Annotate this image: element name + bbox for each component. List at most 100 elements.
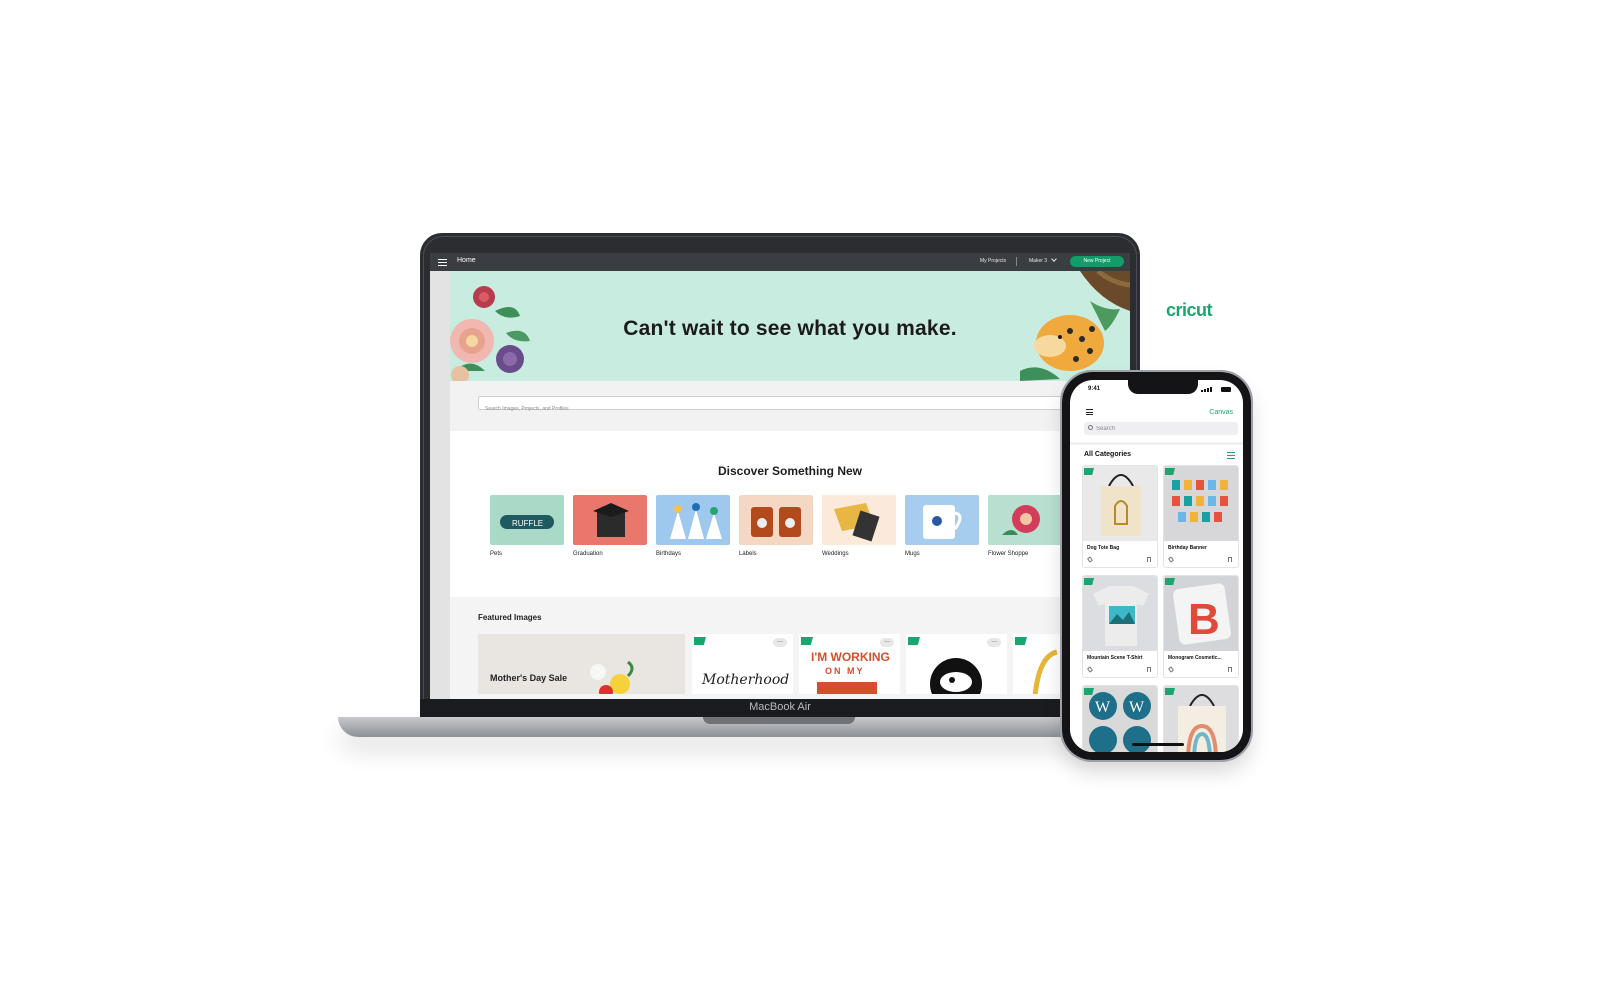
filter-icon[interactable] bbox=[1227, 452, 1235, 459]
category-label: Weddings bbox=[822, 551, 849, 557]
t-shirt-image bbox=[1093, 586, 1149, 646]
category-label: Labels bbox=[739, 551, 757, 557]
category-birthdays[interactable]: Birthdays bbox=[656, 495, 730, 557]
project-image bbox=[1083, 576, 1157, 651]
wedding-card-image bbox=[834, 503, 880, 542]
chevron-down-icon[interactable] bbox=[1051, 256, 1057, 262]
phone-screen: 9:41 Canvas All Categories bbox=[1070, 380, 1243, 752]
search-icon bbox=[1088, 425, 1093, 430]
project-card[interactable]: Mountain Scene T-Shirt bbox=[1082, 575, 1158, 678]
category-thumbnail[interactable] bbox=[822, 495, 896, 545]
topbar-divider bbox=[1016, 257, 1017, 266]
category-graduation[interactable]: Graduation bbox=[573, 495, 647, 557]
status-time: 9:41 bbox=[1088, 386, 1101, 392]
home-indicator[interactable] bbox=[1132, 743, 1184, 746]
hamburger-menu-icon[interactable] bbox=[438, 259, 447, 266]
mothers-day-sale-card[interactable]: Mother's Day Sale bbox=[478, 634, 685, 694]
home-content: Can't wait to see what you make. Search … bbox=[450, 271, 1130, 699]
category-thumbnail[interactable] bbox=[656, 495, 730, 545]
pin-icon[interactable] bbox=[1167, 556, 1175, 563]
category-label: Mugs bbox=[905, 551, 920, 557]
access-badge-icon bbox=[694, 637, 706, 645]
flowers-photo bbox=[590, 660, 634, 694]
category-pets[interactable]: RUFFLE Pets bbox=[490, 495, 564, 557]
mobile-search-input[interactable] bbox=[1096, 422, 1236, 435]
more-options-icon[interactable]: ... bbox=[880, 637, 894, 647]
my-projects-link[interactable]: My Projects bbox=[980, 258, 1006, 264]
featured-card[interactable]: ... bbox=[906, 634, 1007, 694]
featured-card[interactable]: ... I'M WORKING ON MY bbox=[799, 634, 900, 694]
bookmark-icon[interactable] bbox=[1147, 667, 1151, 672]
tote-bag-image bbox=[1101, 474, 1141, 536]
project-card[interactable]: Dog Tote Bag bbox=[1082, 465, 1158, 568]
project-title: Monogram Cosmetic... bbox=[1168, 655, 1222, 661]
project-image bbox=[1083, 466, 1157, 541]
more-options-icon[interactable]: ... bbox=[773, 637, 787, 647]
bookmark-icon[interactable] bbox=[1228, 667, 1232, 672]
featured-card[interactable]: ... Motherhood bbox=[692, 634, 793, 694]
dog-collar-image: RUFFLE bbox=[500, 515, 554, 529]
project-title: Mountain Scene T-Shirt bbox=[1087, 655, 1143, 661]
search-field[interactable] bbox=[478, 396, 1118, 415]
project-card[interactable]: Birthday Banner bbox=[1163, 465, 1239, 568]
marketing-composite: Home My Projects Maker 3 New Project Can… bbox=[0, 0, 1600, 1000]
svg-text:W: W bbox=[1095, 699, 1111, 716]
category-thumbnail[interactable] bbox=[905, 495, 979, 545]
project-card[interactable]: W W bbox=[1082, 685, 1158, 752]
cricut-logo: cricut bbox=[1166, 300, 1213, 320]
category-label: Graduation bbox=[573, 551, 603, 557]
category-thumbnail[interactable] bbox=[573, 495, 647, 545]
canvas-link[interactable]: Canvas bbox=[1209, 409, 1233, 416]
project-card[interactable] bbox=[1163, 685, 1239, 752]
app-topbar: Home My Projects Maker 3 New Project bbox=[430, 253, 1130, 271]
birthday-banner-image bbox=[1172, 480, 1228, 522]
category-weddings[interactable]: Weddings bbox=[822, 495, 896, 557]
mobile-search-field[interactable] bbox=[1084, 422, 1238, 435]
pin-icon[interactable] bbox=[1086, 666, 1094, 673]
category-labels[interactable]: Labels bbox=[739, 495, 813, 557]
left-gutter bbox=[430, 271, 450, 699]
category-thumbnail[interactable]: RUFFLE bbox=[490, 495, 564, 545]
monogram-letter: B bbox=[1188, 595, 1220, 644]
laptop-screen: Home My Projects Maker 3 New Project Can… bbox=[430, 253, 1130, 699]
search-input[interactable] bbox=[479, 403, 1117, 415]
category-row: RUFFLE Pets Graduation Birthdays Labels … bbox=[490, 495, 1130, 565]
graduation-box-image bbox=[593, 503, 629, 537]
page-title: Home bbox=[457, 257, 476, 264]
sale-label: Mother's Day Sale bbox=[490, 673, 568, 683]
paper-flower-image bbox=[1002, 505, 1040, 535]
astronaut-helmet-image bbox=[930, 658, 982, 694]
monogram-pouch-image: B bbox=[1173, 583, 1231, 645]
pin-icon[interactable] bbox=[1086, 556, 1094, 563]
category-thumbnail[interactable] bbox=[988, 495, 1062, 545]
category-thumbnail[interactable] bbox=[739, 495, 813, 545]
mug-image bbox=[923, 505, 962, 539]
status-icons bbox=[1201, 387, 1231, 392]
card-script-text: Motherhood bbox=[702, 672, 790, 688]
search-band bbox=[450, 381, 1130, 431]
project-title: Dog Tote Bag bbox=[1087, 545, 1120, 551]
bookmark-icon[interactable] bbox=[1147, 557, 1151, 562]
card-headline-line-2: ON MY bbox=[825, 666, 865, 676]
access-badge-icon bbox=[801, 637, 813, 645]
featured-title: Featured Images bbox=[478, 613, 542, 622]
category-label: Flower Shoppe bbox=[988, 551, 1029, 557]
project-card[interactable]: B Monogram Cosmetic... bbox=[1163, 575, 1239, 678]
pin-icon[interactable] bbox=[1167, 666, 1175, 673]
laptop-hinge: MacBook Air bbox=[420, 699, 1140, 717]
discover-title: Discover Something New bbox=[717, 464, 863, 478]
hero-banner: Can't wait to see what you make. bbox=[450, 271, 1130, 381]
new-project-button[interactable]: New Project bbox=[1070, 256, 1124, 267]
phone-notch bbox=[1128, 380, 1198, 394]
category-heading: All Categories bbox=[1084, 451, 1132, 458]
category-mugs[interactable]: Mugs bbox=[905, 495, 979, 557]
battery-icon bbox=[1221, 387, 1231, 392]
bookmark-icon[interactable] bbox=[1228, 557, 1232, 562]
machine-selector[interactable]: Maker 3 bbox=[1029, 258, 1047, 264]
card-headline-line-1: I'M WORKING bbox=[811, 650, 890, 664]
project-image bbox=[1164, 466, 1238, 541]
hamburger-menu-icon[interactable] bbox=[1086, 409, 1093, 415]
category-flower-shoppe[interactable]: Flower Shoppe bbox=[988, 495, 1062, 557]
device-label: MacBook Air bbox=[749, 701, 811, 713]
project-title: Birthday Banner bbox=[1168, 545, 1207, 551]
